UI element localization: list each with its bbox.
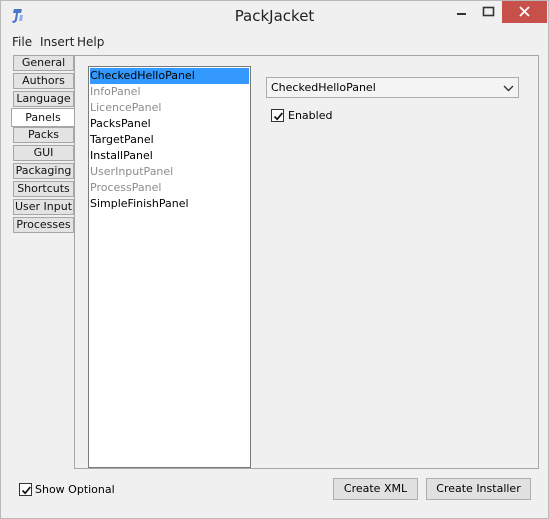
close-button[interactable] — [502, 1, 547, 23]
close-icon — [519, 6, 530, 17]
create-installer-button[interactable]: Create Installer — [426, 478, 531, 500]
tab-panels[interactable]: Panels — [11, 108, 74, 127]
menu-bar: File Insert Help — [2, 32, 547, 51]
chevron-down-icon[interactable] — [503, 83, 514, 93]
enabled-checkbox[interactable] — [271, 109, 284, 122]
panel-select-value: CheckedHelloPanel — [271, 81, 376, 94]
tab-processes[interactable]: Processes — [13, 217, 74, 233]
enabled-label: Enabled — [288, 109, 333, 122]
list-item[interactable]: TargetPanel — [90, 132, 249, 148]
tab-shortcuts[interactable]: Shortcuts — [13, 181, 74, 197]
minimize-icon — [457, 13, 466, 15]
list-item[interactable]: UserInputPanel — [90, 164, 249, 180]
panel-select[interactable]: CheckedHelloPanel — [266, 77, 519, 98]
checkmark-icon — [21, 486, 31, 495]
list-item[interactable]: CheckedHelloPanel — [90, 68, 249, 84]
main-window: PackJacket File Insert Help General Auth… — [0, 0, 549, 519]
title-bar[interactable]: PackJacket — [1, 1, 548, 32]
maximize-icon — [482, 6, 495, 17]
list-item[interactable]: PacksPanel — [90, 116, 249, 132]
checkmark-icon — [273, 112, 283, 121]
tab-user-input[interactable]: User Input — [13, 199, 74, 215]
tab-packaging[interactable]: Packaging — [13, 163, 74, 179]
list-item[interactable]: LicencePanel — [90, 100, 249, 116]
create-xml-button[interactable]: Create XML — [333, 478, 418, 500]
tab-packs[interactable]: Packs — [13, 127, 74, 143]
tab-authors[interactable]: Authors — [13, 73, 74, 89]
tab-general[interactable]: General — [13, 55, 74, 71]
list-item[interactable]: InfoPanel — [90, 84, 249, 100]
list-item[interactable]: ProcessPanel — [90, 180, 249, 196]
tab-gui[interactable]: GUI — [13, 145, 74, 161]
show-optional-checkbox[interactable] — [19, 483, 32, 496]
menu-insert[interactable]: Insert — [40, 35, 74, 49]
menu-help[interactable]: Help — [77, 35, 104, 49]
maximize-button[interactable] — [475, 1, 501, 23]
show-optional-label: Show Optional — [35, 483, 115, 496]
list-item[interactable]: InstallPanel — [90, 148, 249, 164]
minimize-button[interactable] — [448, 1, 474, 23]
list-item[interactable]: SimpleFinishPanel — [90, 196, 249, 212]
menu-file[interactable]: File — [12, 35, 32, 49]
tab-language[interactable]: Language — [13, 91, 74, 107]
panels-list[interactable]: CheckedHelloPanel InfoPanel LicencePanel… — [88, 66, 251, 468]
